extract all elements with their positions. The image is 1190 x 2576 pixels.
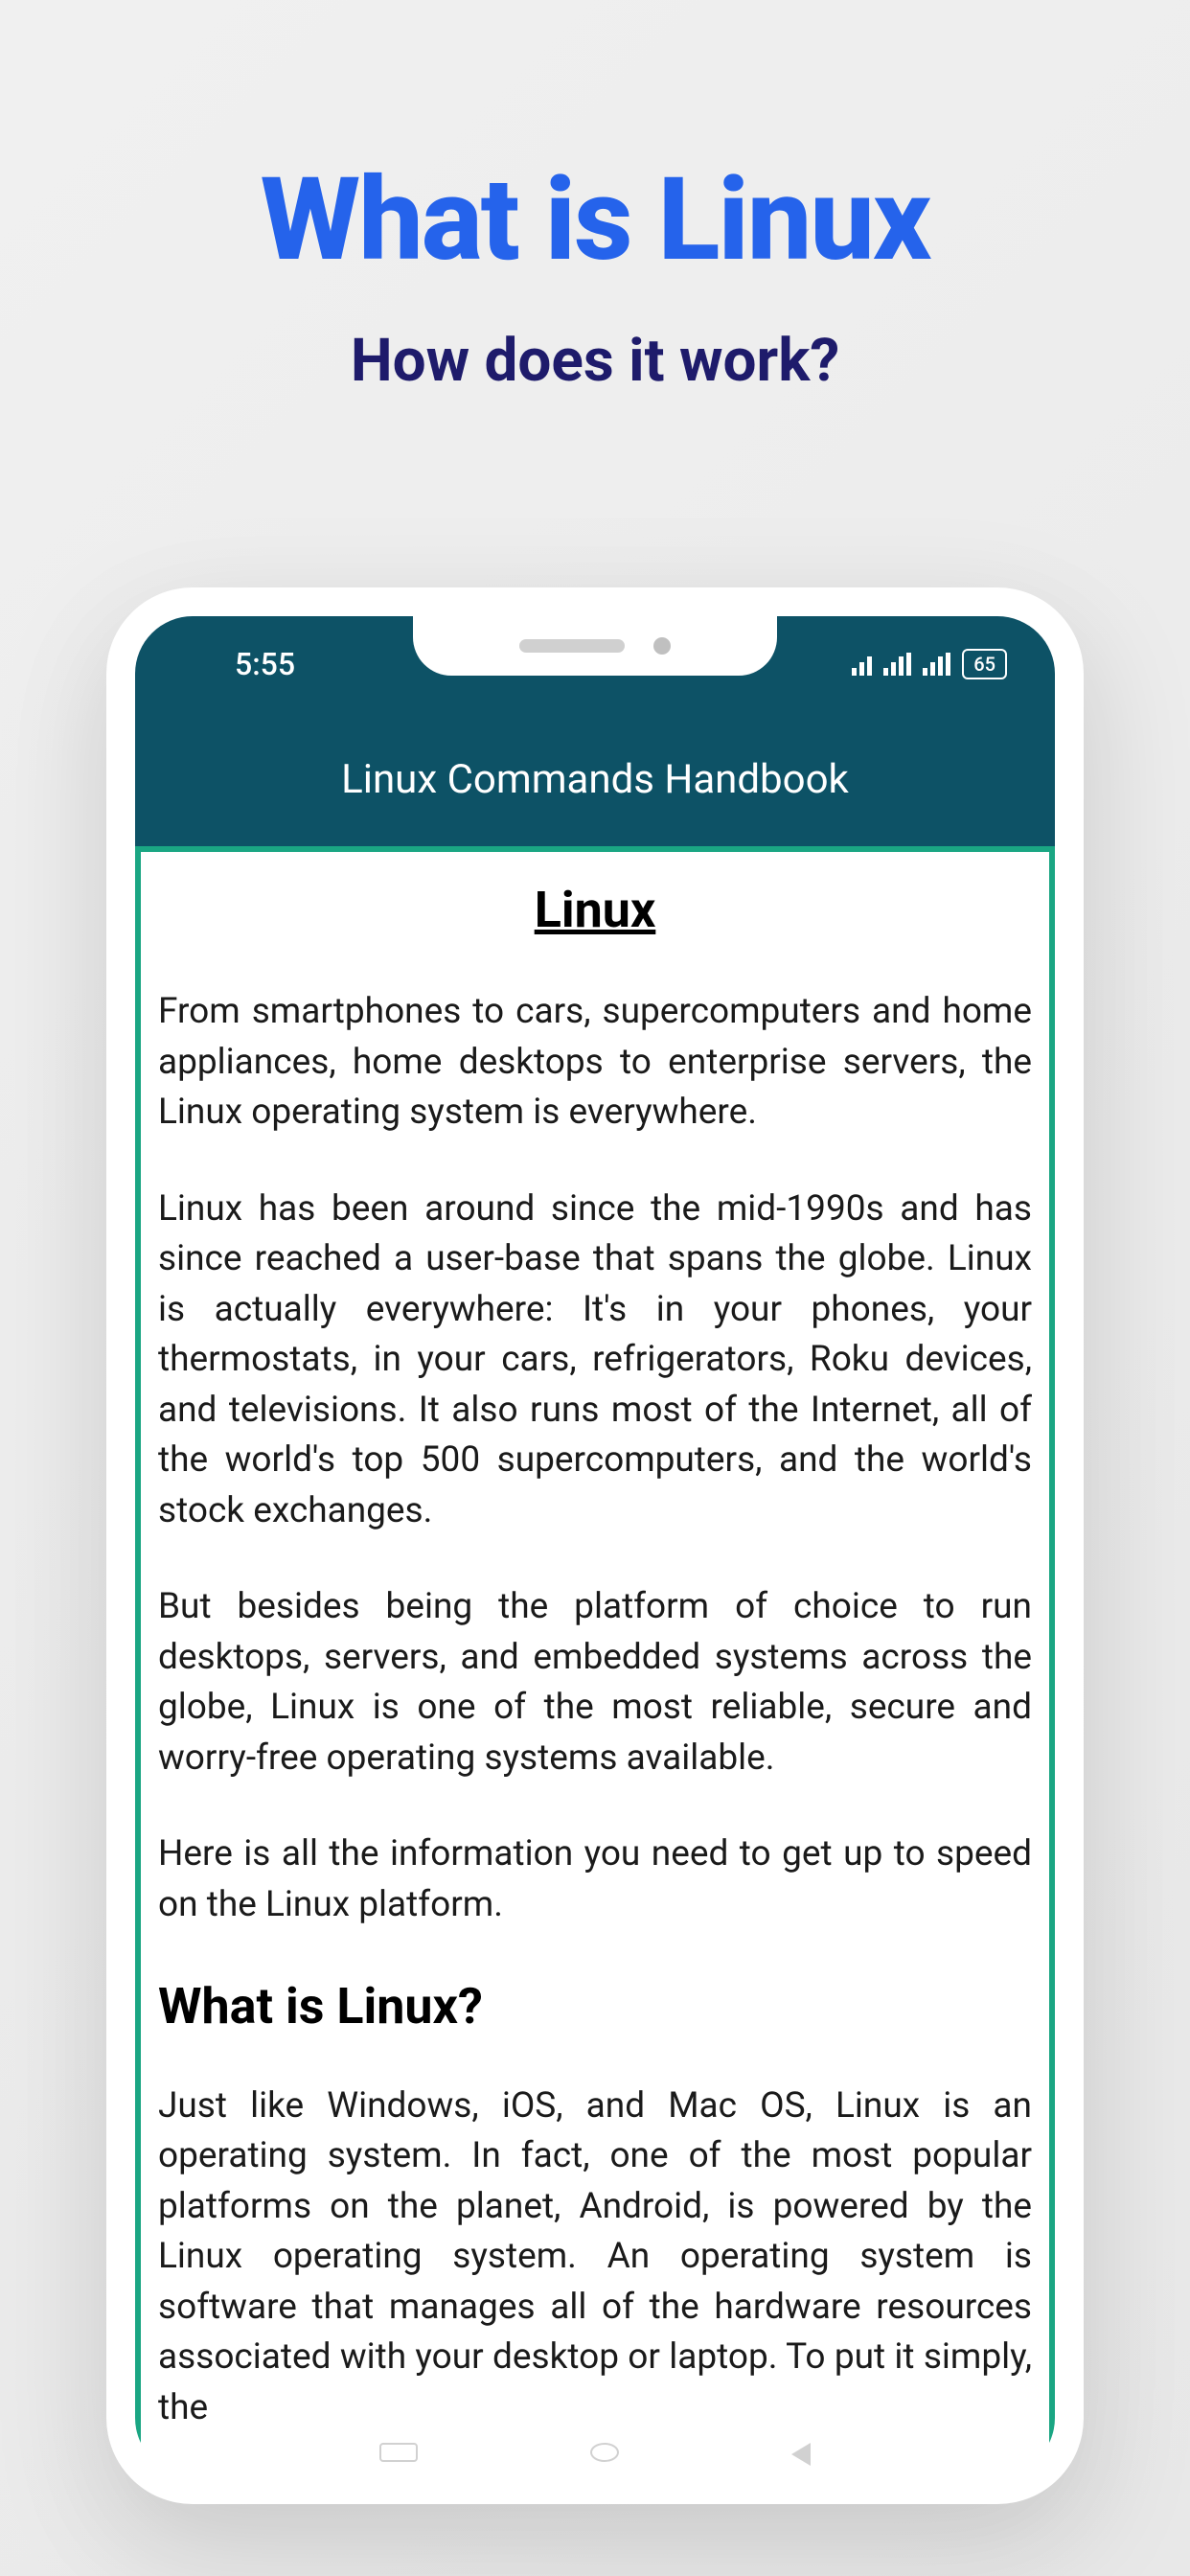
status-icons: 65 <box>852 649 1007 679</box>
article-heading: What is Linux? <box>158 1977 1032 2036</box>
phone-screen: 5:55 65 <box>135 616 1055 2475</box>
article-paragraph-5: Just like Windows, iOS, and Mac OS, Linu… <box>158 2082 1032 2434</box>
nav-back-icon[interactable] <box>791 2443 811 2466</box>
battery-indicator: 65 <box>962 649 1007 679</box>
signal-icon-2 <box>923 653 950 676</box>
nav-bar <box>379 2443 811 2466</box>
page-subtitle: How does it work? <box>351 326 839 396</box>
page-title: What is Linux <box>261 153 930 288</box>
article-paragraph-3: But besides being the platform of choice… <box>158 1582 1032 1783</box>
app-title: Linux Commands Handbook <box>341 756 849 803</box>
notch-camera <box>653 637 671 655</box>
phone-notch <box>413 616 777 676</box>
article-paragraph-1: From smartphones to cars, supercomputers… <box>158 987 1032 1138</box>
nav-home-icon[interactable] <box>590 2443 619 2462</box>
notch-speaker <box>519 639 625 653</box>
content-area[interactable]: Linux From smartphones to cars, supercom… <box>135 846 1055 2475</box>
article-title: Linux <box>158 881 1032 939</box>
phone-frame: 5:55 65 <box>106 587 1084 2504</box>
app-header: Linux Commands Handbook <box>135 712 1055 846</box>
wifi-icon <box>852 653 872 676</box>
nav-recent-icon[interactable] <box>379 2443 418 2462</box>
status-time: 5:55 <box>235 646 295 682</box>
signal-icon <box>883 653 911 676</box>
article-paragraph-4: Here is all the information you need to … <box>158 1829 1032 1930</box>
article-paragraph-2: Linux has been around since the mid-1990… <box>158 1184 1032 1537</box>
